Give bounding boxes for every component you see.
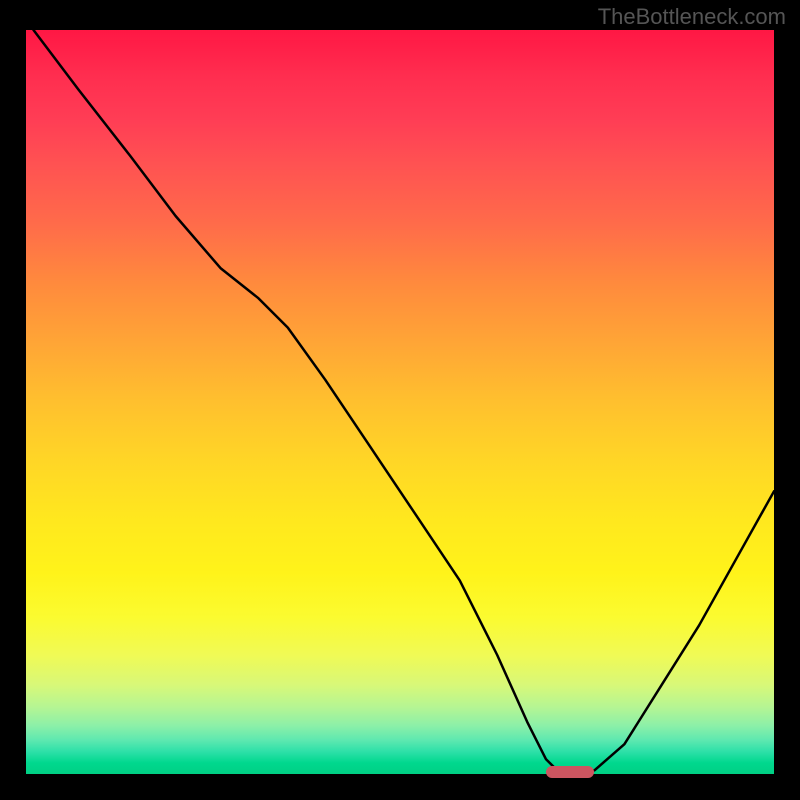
optimal-marker [546, 766, 595, 778]
watermark-text: TheBottleneck.com [598, 4, 786, 30]
bottleneck-curve [34, 30, 775, 773]
plot-area [26, 30, 774, 774]
curve-svg [26, 30, 774, 774]
chart-container: TheBottleneck.com [0, 0, 800, 800]
